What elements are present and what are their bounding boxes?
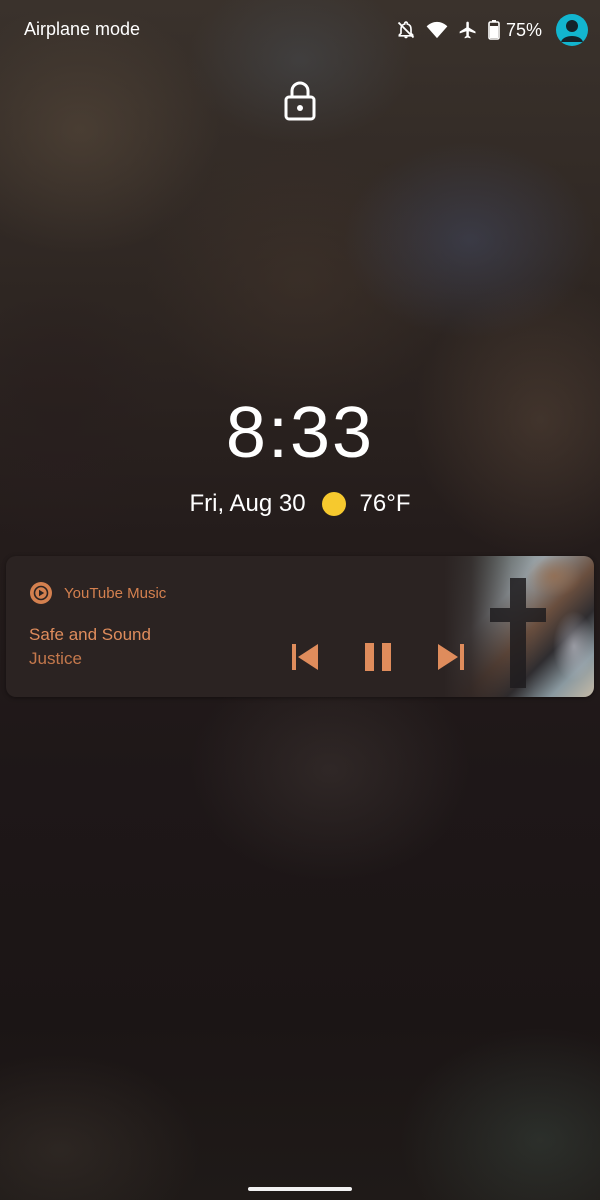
sun-icon — [321, 492, 346, 516]
account-avatar-icon[interactable] — [556, 14, 588, 46]
notifications-off-icon — [396, 19, 416, 41]
album-cross-shape — [490, 578, 546, 688]
lock-screen: Airplane mode 75% 8:33 Fri, Aug 30 76°F … — [0, 0, 600, 1200]
media-player-card[interactable]: YouTube Music Safe and Sound Justice — [6, 556, 594, 697]
date-weather-row[interactable]: Fri, Aug 30 76°F — [0, 490, 600, 518]
battery-icon — [488, 20, 500, 40]
pause-icon[interactable] — [363, 642, 393, 672]
clock-time: 8:33 — [225, 393, 375, 473]
temperature-label: 76°F — [359, 490, 411, 517]
lock-icon[interactable] — [283, 80, 317, 122]
track-title: Safe and Sound — [29, 625, 151, 644]
album-art — [444, 556, 594, 697]
wifi-icon — [426, 21, 448, 39]
airplane-mode-label: Airplane mode — [24, 19, 141, 39]
youtube-music-icon — [30, 582, 52, 604]
skip-next-icon[interactable] — [436, 642, 466, 672]
skip-previous-icon[interactable] — [290, 642, 320, 672]
status-icons: 75% — [396, 12, 588, 48]
airplane-icon — [458, 20, 478, 40]
home-gesture-bar[interactable] — [248, 1187, 352, 1191]
date-label: Fri, Aug 30 — [189, 490, 306, 517]
battery-percent: 75% — [505, 19, 542, 40]
status-bar: Airplane mode 75% — [0, 0, 600, 60]
media-app-row: YouTube Music — [30, 582, 166, 604]
track-artist: Justice — [29, 649, 82, 668]
media-app-name: YouTube Music — [64, 584, 167, 602]
